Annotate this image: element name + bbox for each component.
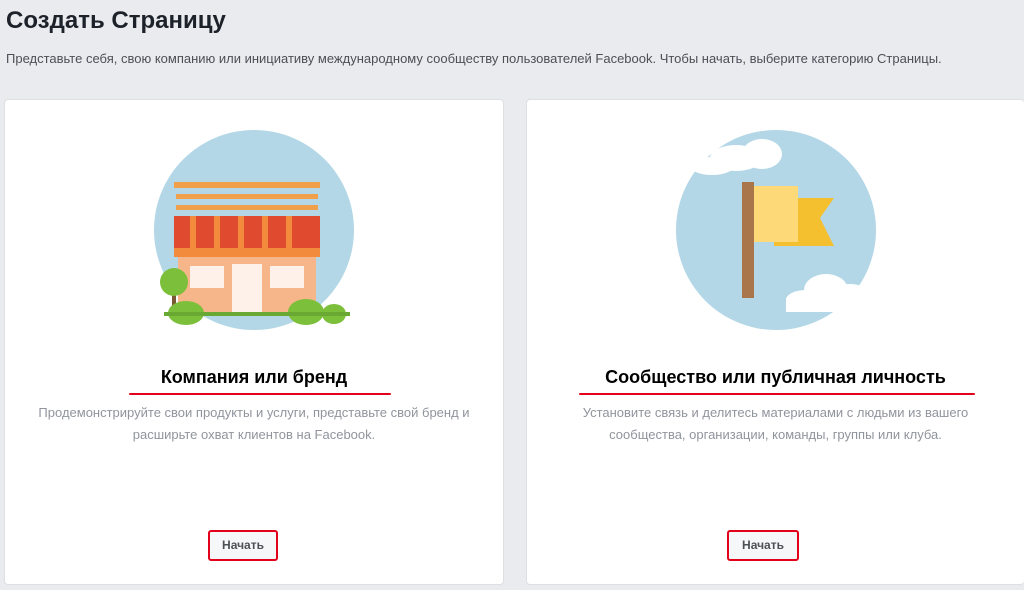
title-underline [579, 393, 975, 395]
start-button-business[interactable]: Начать [208, 530, 278, 561]
storefront-icon [154, 130, 354, 330]
start-button-community[interactable]: Начать [727, 530, 799, 561]
business-card[interactable]: Компания или бренд Продемонстрируйте сво… [4, 99, 504, 585]
community-card[interactable]: Сообщество или публичная личность Устано… [526, 99, 1024, 585]
flag-icon [675, 130, 884, 330]
card-title-community: Сообщество или публичная личность [605, 367, 946, 387]
title-underline [129, 393, 391, 395]
page-title: Создать Страницу [6, 7, 226, 34]
card-description-community: Установите связь и делитесь материалами … [582, 405, 969, 442]
card-description-business: Продемонстрируйте свои продукты и услуги… [38, 405, 470, 442]
card-title-business: Компания или бренд [160, 367, 348, 387]
page-description: Представьте себя, свою компанию или иниц… [6, 51, 942, 66]
